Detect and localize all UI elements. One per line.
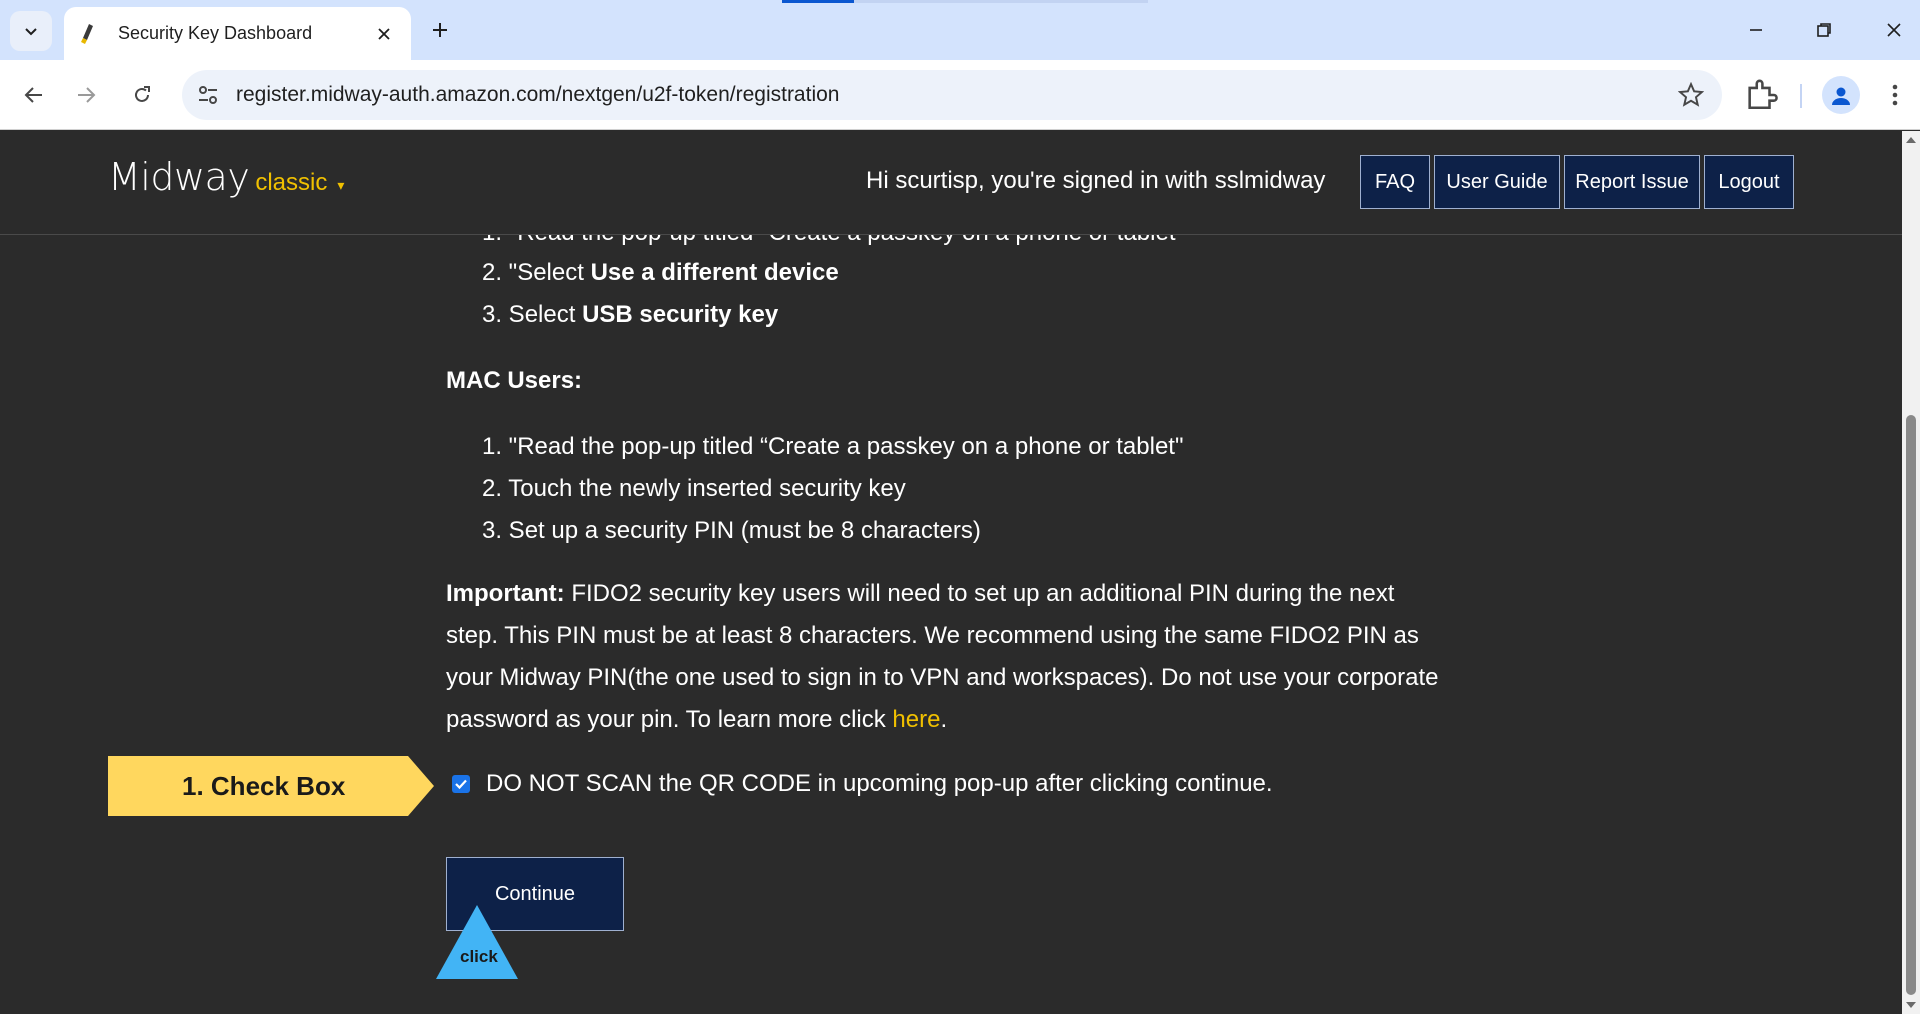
faq-button[interactable]: FAQ bbox=[1360, 155, 1430, 209]
close-window-icon[interactable] bbox=[1866, 8, 1920, 52]
windows-step-3-text: 3. Select bbox=[482, 301, 583, 328]
browser-toolbar: register.midway-auth.amazon.com/nextgen/… bbox=[0, 60, 1920, 130]
mac-users-heading: MAC Users: bbox=[446, 367, 583, 394]
extensions-icon[interactable] bbox=[1744, 78, 1778, 112]
windows-step-2-bold: Use a different device bbox=[590, 259, 839, 286]
page-scrollbar[interactable] bbox=[1902, 131, 1920, 1014]
important-note: Important: FIDO2 security key users will… bbox=[446, 573, 1446, 741]
back-icon[interactable] bbox=[12, 73, 56, 117]
restore-icon[interactable] bbox=[1796, 8, 1852, 52]
scroll-down-icon[interactable] bbox=[1906, 1002, 1916, 1008]
tab-strip: Security Key Dashboard bbox=[0, 0, 1920, 60]
report-issue-button[interactable]: Report Issue bbox=[1564, 155, 1700, 209]
usb-key-favicon-icon bbox=[78, 23, 98, 45]
toolbar-divider bbox=[1800, 84, 1802, 108]
mac-step-3: 3. Set up a security PIN (must be 8 char… bbox=[482, 517, 981, 544]
minimize-icon[interactable] bbox=[1728, 8, 1784, 52]
tab-loading-track bbox=[854, 0, 1148, 3]
address-bar[interactable]: register.midway-auth.amazon.com/nextgen/… bbox=[182, 70, 1722, 120]
click-triangle-icon bbox=[436, 905, 518, 979]
qr-warning-label[interactable]: DO NOT SCAN the QR CODE in upcoming pop-… bbox=[486, 770, 1273, 798]
active-tab[interactable]: Security Key Dashboard bbox=[64, 7, 411, 60]
windows-step-3: 3. Select USB security key bbox=[482, 301, 778, 329]
important-end: . bbox=[940, 706, 948, 733]
reload-icon[interactable] bbox=[120, 73, 164, 117]
scrollbar-thumb[interactable] bbox=[1906, 415, 1916, 995]
tab-title: Security Key Dashboard bbox=[118, 23, 313, 43]
tab-search-icon[interactable] bbox=[10, 11, 52, 51]
tab-loading-indicator bbox=[782, 0, 854, 3]
signed-in-greeting: Hi scurtisp, you're signed in with sslmi… bbox=[866, 167, 1326, 194]
click-marker: click bbox=[434, 903, 520, 981]
mac-step-1: 1. "Read the pop-up titled “Create a pas… bbox=[482, 433, 1184, 460]
important-label: Important: bbox=[446, 580, 565, 607]
windows-step-2-text: 2. "Select bbox=[482, 259, 591, 286]
scroll-up-icon[interactable] bbox=[1906, 137, 1916, 143]
page-viewport: 1. "Read the pop-up titled "Create a pas… bbox=[0, 131, 1902, 1014]
url-text[interactable]: register.midway-auth.amazon.com/nextgen/… bbox=[236, 83, 839, 107]
more-icon[interactable] bbox=[1878, 78, 1912, 112]
check-box-callout: 1. Check Box bbox=[108, 756, 434, 816]
qr-warning-row: DO NOT SCAN the QR CODE in upcoming pop-… bbox=[452, 770, 1273, 798]
qr-warning-checkbox[interactable] bbox=[452, 775, 470, 793]
star-icon[interactable] bbox=[1678, 82, 1704, 108]
logo-caret-icon[interactable]: ▾ bbox=[337, 177, 344, 194]
site-info-icon[interactable] bbox=[196, 83, 220, 107]
profile-icon[interactable] bbox=[1822, 76, 1860, 114]
learn-more-link[interactable]: here bbox=[892, 706, 940, 733]
midway-logo[interactable]: Midway classic ▾ bbox=[108, 155, 344, 199]
mac-step-2: 2. Touch the newly inserted security key bbox=[482, 475, 906, 502]
windows-step-2: 2. "Select Use a different device bbox=[482, 259, 839, 287]
site-header: Midway classic ▾ Hi scurtisp, you're sig… bbox=[0, 131, 1902, 235]
logo-sub: classic bbox=[255, 169, 328, 196]
plus-icon[interactable] bbox=[420, 12, 460, 48]
logo-main: Midway bbox=[108, 155, 250, 199]
callout-text: 1. Check Box bbox=[182, 771, 346, 801]
user-guide-button[interactable]: User Guide bbox=[1434, 155, 1560, 209]
forward-icon[interactable] bbox=[64, 73, 108, 117]
close-icon[interactable] bbox=[371, 21, 397, 47]
logout-button[interactable]: Logout bbox=[1704, 155, 1794, 209]
windows-step-3-bold: USB security key bbox=[582, 301, 779, 328]
click-marker-text: click bbox=[460, 947, 498, 966]
